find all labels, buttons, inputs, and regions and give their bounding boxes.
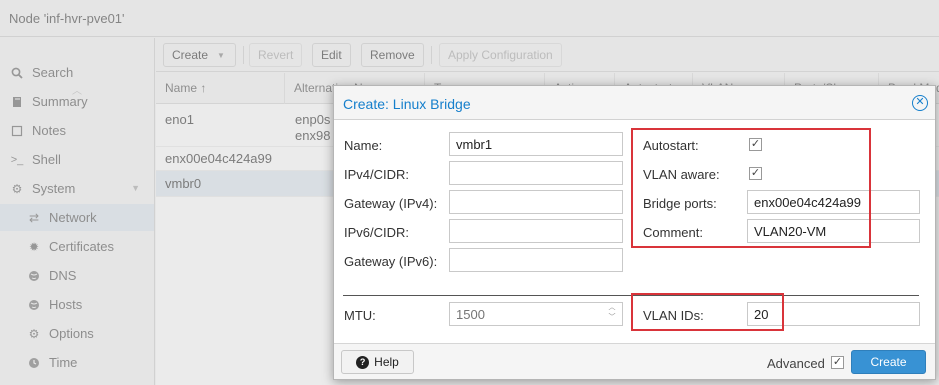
column-header-name[interactable]: Name ↑	[156, 73, 285, 104]
gateway-ipv4-label: Gateway (IPv4):	[344, 196, 438, 211]
edit-button[interactable]: Edit	[312, 43, 351, 67]
apply-configuration-button[interactable]: Apply Configuration	[439, 43, 562, 67]
sidebar-item-time[interactable]: Time	[0, 349, 154, 376]
row-name: vmbr0	[165, 176, 202, 191]
sidebar-item-label: Hosts	[49, 297, 83, 312]
sidebar-item-notes[interactable]: Notes	[0, 117, 154, 144]
highlight-box	[631, 293, 784, 331]
terminal-icon: >_	[10, 153, 24, 166]
sidebar-item-system[interactable]: ⚙ System ▼	[0, 175, 154, 202]
gear-icon: ⚙	[28, 326, 40, 341]
sidebar-item-options[interactable]: ⚙ Options	[0, 320, 154, 347]
row-alt-name: enx98	[295, 128, 331, 143]
create-menu-button[interactable]: Create ▼	[163, 43, 236, 67]
globe-icon	[27, 298, 41, 312]
sidebar-item-label: Options	[49, 326, 94, 341]
toolbar-separator	[431, 46, 432, 64]
sidebar-item-dns[interactable]: DNS	[0, 262, 154, 289]
clock-icon	[27, 356, 41, 370]
sidebar-item-search[interactable]: Search	[0, 59, 154, 86]
sidebar-item-label: Certificates	[49, 239, 115, 254]
chevron-down-icon[interactable]: ▼	[131, 183, 140, 193]
notes-icon	[10, 124, 24, 138]
create-button[interactable]: Create	[851, 350, 926, 374]
dialog-title: Create: Linux Bridge	[343, 96, 471, 112]
globe-icon	[27, 269, 41, 283]
advanced-label: Advanced	[767, 356, 825, 371]
sidebar-item-label: Notes	[32, 123, 66, 138]
highlight-box	[631, 128, 871, 248]
ipv4-cidr-label: IPv4/CIDR:	[344, 167, 410, 182]
row-alt-name: enp0s	[295, 112, 331, 127]
name-field[interactable]	[449, 132, 623, 156]
revert-button[interactable]: Revert	[249, 43, 303, 67]
gateway-ipv4-field[interactable]	[449, 190, 623, 214]
create-linux-bridge-dialog: Create: Linux Bridge ✕ Name: IPv4/CIDR: …	[333, 85, 936, 380]
chevron-down-icon: ▼	[217, 50, 225, 60]
sidebar-item-label: Network	[49, 210, 97, 225]
sidebar-item-network[interactable]: ⇄ Network	[0, 204, 154, 231]
gateway-ipv6-field[interactable]	[449, 248, 623, 272]
ipv6-cidr-field[interactable]	[449, 219, 623, 243]
sidebar-item-summary[interactable]: Summary	[0, 88, 154, 115]
node-sidebar: ︿ Search Summary Notes >_ Shell ⚙ System…	[0, 38, 155, 385]
remove-button[interactable]: Remove	[361, 43, 424, 67]
mtu-field[interactable]	[449, 302, 623, 326]
toolbar-separator	[243, 46, 244, 64]
mtu-spinner-icon[interactable]: ︿ ﹀	[605, 303, 619, 325]
network-toolbar: Create ▼ Revert Edit Remove Apply Config…	[156, 38, 939, 72]
sidebar-item-hosts[interactable]: Hosts	[0, 291, 154, 318]
mtu-label: MTU:	[344, 308, 376, 323]
dialog-footer: ? Help Advanced ✓ Create	[334, 343, 935, 379]
question-circle-icon: ?	[356, 355, 370, 369]
node-header: Node 'inf-hvr-pve01'	[0, 0, 939, 37]
row-name: eno1	[165, 112, 194, 127]
name-label: Name:	[344, 138, 383, 153]
search-icon	[10, 66, 24, 80]
gears-icon: ⚙	[11, 181, 23, 196]
sidebar-item-label: System	[32, 181, 76, 196]
exchange-icon: ⇄	[28, 210, 40, 225]
gateway-ipv6-label: Gateway (IPv6):	[344, 254, 438, 269]
help-button[interactable]: ? Help	[341, 350, 414, 374]
sidebar-item-label: DNS	[49, 268, 77, 283]
sidebar-item-label: Search	[32, 65, 74, 80]
dialog-header: Create: Linux Bridge ✕	[334, 86, 935, 120]
sidebar-item-label: Time	[49, 355, 78, 370]
sidebar-item-label: Summary	[32, 94, 88, 109]
sidebar-item-label: Shell	[32, 152, 61, 167]
node-title: Node 'inf-hvr-pve01'	[9, 11, 125, 26]
book-icon	[10, 95, 24, 109]
close-icon[interactable]: ✕	[912, 95, 928, 111]
ipv6-cidr-label: IPv6/CIDR:	[344, 225, 410, 240]
certificate-icon: ✹	[28, 239, 40, 254]
sidebar-item-certificates[interactable]: ✹ Certificates	[0, 233, 154, 260]
advanced-checkbox[interactable]: ✓	[831, 356, 844, 369]
sidebar-item-shell[interactable]: >_ Shell	[0, 146, 154, 173]
row-name: enx00e04c424a99	[165, 151, 272, 166]
ipv4-cidr-field[interactable]	[449, 161, 623, 185]
